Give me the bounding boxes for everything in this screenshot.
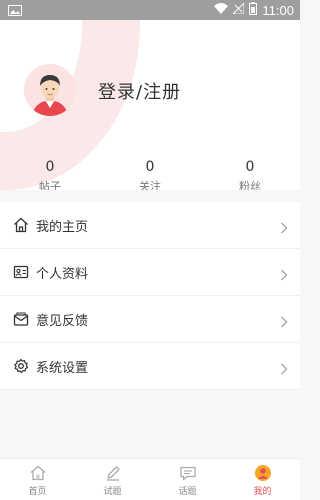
wifi-icon — [214, 3, 229, 17]
stat-value: 0 — [145, 159, 155, 175]
stat-posts[interactable]: 0 帖子 — [20, 158, 80, 190]
stat-following[interactable]: 0 关注 — [120, 158, 180, 190]
status-left — [8, 1, 22, 20]
tab-mine[interactable]: 我的 — [225, 459, 300, 500]
gallery-icon — [8, 1, 22, 20]
stat-fans[interactable]: 0 粉丝 — [220, 158, 280, 190]
stat-value: 0 — [45, 159, 55, 175]
user-icon — [253, 463, 273, 483]
menu-item-label: 我的主页 — [36, 219, 89, 235]
menu-item-label: 系统设置 — [36, 360, 89, 376]
chat-icon — [178, 463, 198, 483]
chevron-right-icon — [280, 266, 290, 281]
stat-label: 帖子 — [39, 180, 61, 190]
avatar[interactable] — [24, 64, 76, 116]
status-right: 11:00 — [214, 1, 294, 18]
menu-item-homepage[interactable]: 我的主页 — [0, 202, 300, 249]
id-card-icon — [12, 263, 30, 281]
chevron-right-icon — [280, 219, 290, 234]
bottom-tab-bar: 首页 试题 话题 我的 — [0, 458, 300, 500]
tab-questions[interactable]: 试题 — [75, 459, 150, 500]
tab-topics[interactable]: 话题 — [150, 459, 225, 500]
tab-label: 试题 — [103, 486, 122, 497]
home-icon — [12, 216, 30, 234]
battery-icon — [249, 2, 258, 18]
status-time: 11:00 — [262, 2, 294, 18]
profile-header: 登录/注册 0 帖子 0 关注 0 粉丝 — [0, 20, 300, 190]
mail-icon — [12, 310, 30, 328]
menu-item-feedback[interactable]: 意见反馈 — [0, 296, 300, 343]
menu-item-profile[interactable]: 个人资料 — [0, 249, 300, 296]
stat-label: 粉丝 — [239, 180, 261, 190]
stat-label: 关注 — [139, 180, 161, 190]
signal-icon — [232, 1, 245, 17]
tab-label: 我的 — [253, 486, 272, 497]
stat-value: 0 — [245, 159, 255, 175]
avatar-icon — [24, 64, 76, 116]
status-bar: 11:00 — [0, 0, 300, 20]
menu-item-settings[interactable]: 系统设置 — [0, 343, 300, 390]
chevron-right-icon — [280, 360, 290, 375]
home-icon — [28, 463, 48, 483]
tab-label: 首页 — [28, 486, 47, 497]
stats-row: 0 帖子 0 关注 0 粉丝 — [0, 158, 300, 190]
login-register-link[interactable]: 登录/注册 — [98, 78, 181, 104]
tab-home[interactable]: 首页 — [0, 459, 75, 500]
chevron-right-icon — [280, 313, 290, 328]
menu-item-label: 意见反馈 — [36, 313, 89, 329]
settings-menu: 我的主页 个人资料 意见反馈 系统设置 — [0, 202, 300, 390]
menu-item-label: 个人资料 — [36, 266, 89, 282]
gear-icon — [12, 357, 30, 375]
pencil-icon — [103, 463, 123, 483]
tab-label: 话题 — [178, 486, 197, 497]
